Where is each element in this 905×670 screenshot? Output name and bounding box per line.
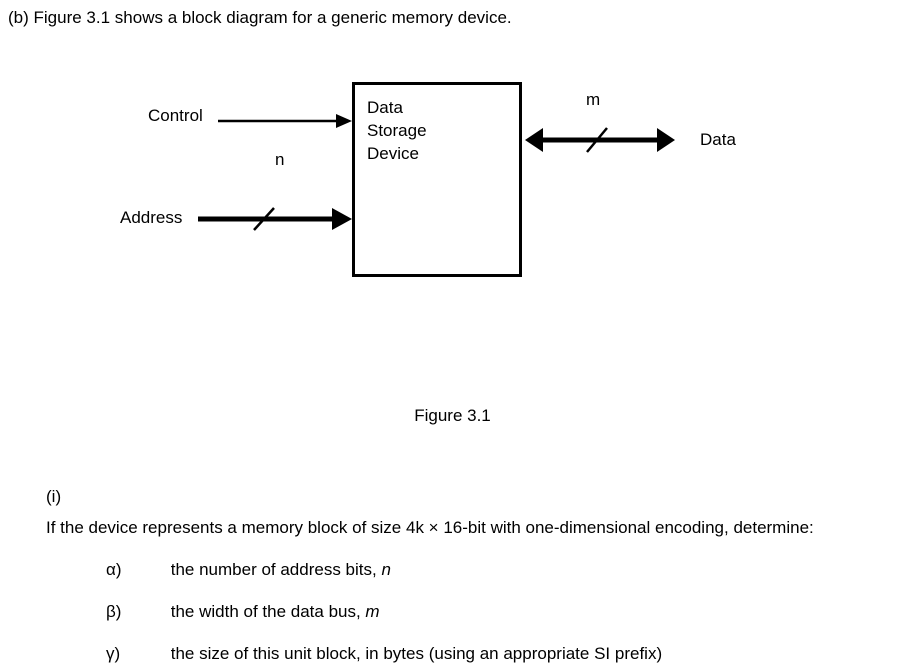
sub-alpha: α) the number of address bits, n xyxy=(0,560,905,580)
var-m: m xyxy=(365,602,379,621)
address-bus-arrow-icon xyxy=(198,208,352,230)
alpha-symbol: α) xyxy=(106,560,166,580)
intro-text: Figure 3.1 shows a block diagram for a g… xyxy=(34,8,512,27)
beta-symbol: β) xyxy=(106,602,166,622)
m-label: m xyxy=(586,90,600,110)
question-part-i: (i) If the device represents a memory bl… xyxy=(0,481,905,544)
data-bus-arrow-icon xyxy=(525,128,675,152)
box-line3: Device xyxy=(367,143,509,166)
box-line2: Storage xyxy=(367,120,509,143)
part-i-label: (i) xyxy=(46,481,106,512)
data-label: Data xyxy=(700,130,736,150)
alpha-text: the number of address bits, n xyxy=(171,560,391,580)
var-n: n xyxy=(381,560,390,579)
storage-box: Data Storage Device xyxy=(352,82,522,277)
block-diagram: Data Storage Device Control n Address m … xyxy=(0,68,905,348)
sub-gamma: γ) the size of this unit block, in bytes… xyxy=(0,644,905,664)
n-label: n xyxy=(275,150,284,170)
control-label: Control xyxy=(148,106,203,126)
box-line1: Data xyxy=(367,97,509,120)
intro-line: (b) Figure 3.1 shows a block diagram for… xyxy=(0,8,905,28)
question-lead: If the device represents a memory block … xyxy=(46,512,826,543)
part-b-label: (b) xyxy=(8,8,29,28)
control-arrow-icon xyxy=(218,114,352,128)
address-label: Address xyxy=(120,208,182,228)
beta-text: the width of the data bus, m xyxy=(171,602,380,622)
gamma-text: the size of this unit block, in bytes (u… xyxy=(171,644,662,664)
figure-caption: Figure 3.1 xyxy=(0,406,905,426)
sub-beta: β) the width of the data bus, m xyxy=(0,602,905,622)
gamma-symbol: γ) xyxy=(106,644,166,664)
